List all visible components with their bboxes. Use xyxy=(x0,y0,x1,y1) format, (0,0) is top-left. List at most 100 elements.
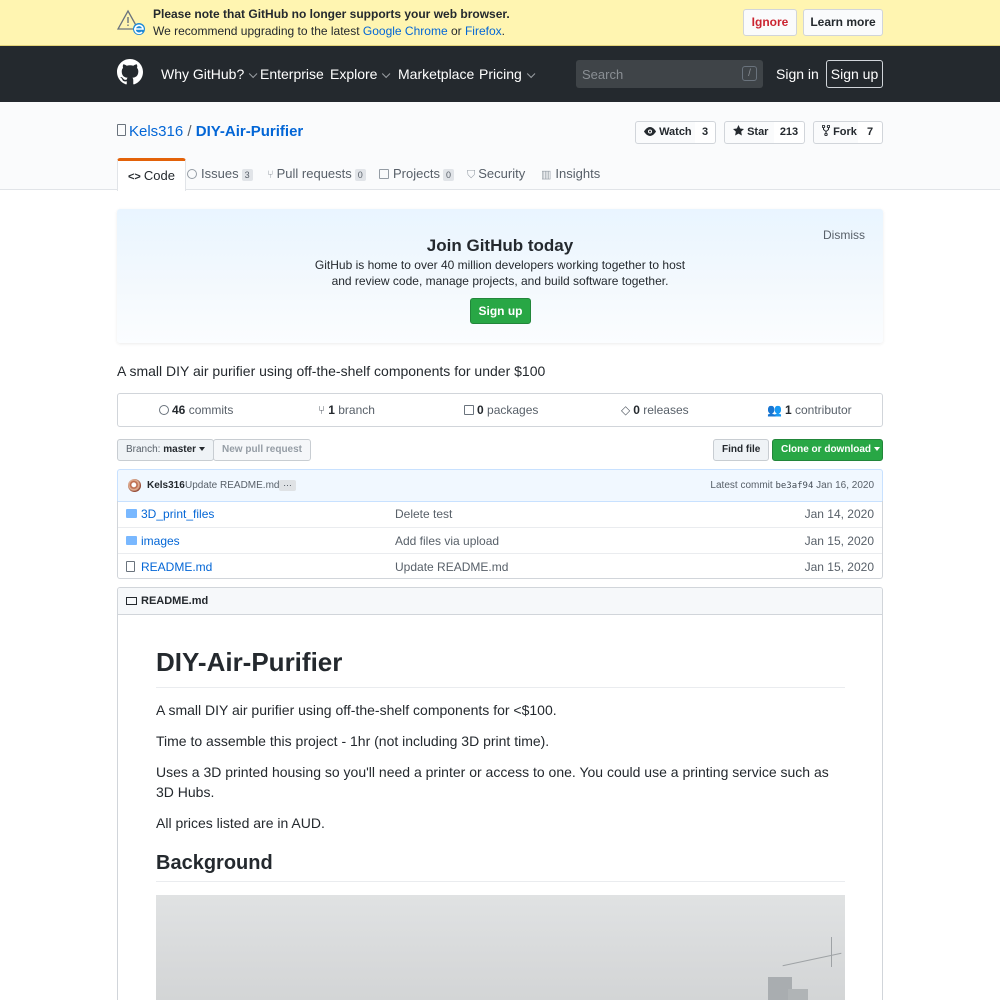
sign-up-button[interactable]: Sign up xyxy=(826,60,883,88)
repo-header: Kels316 / DIY-Air-Purifier Watch 3 Star … xyxy=(0,102,1000,191)
eye-icon xyxy=(644,127,656,136)
join-sign-up-button[interactable]: Sign up xyxy=(470,298,531,324)
package-icon xyxy=(464,405,474,415)
tab-pull-requests[interactable]: ⑂ Pull requests 0 xyxy=(267,158,366,190)
people-icon: 👥 xyxy=(767,403,782,417)
fork-button[interactable]: Fork xyxy=(813,121,859,144)
warning-text: We recommend upgrading to the latest Goo… xyxy=(153,24,505,38)
file-commit-message[interactable]: Delete test xyxy=(395,507,452,521)
caret-down-icon xyxy=(874,447,880,451)
releases-link[interactable]: ◇ 0 releases xyxy=(621,403,689,417)
commit-expand-button[interactable]: … xyxy=(279,479,296,491)
readme-section-heading: Background xyxy=(156,852,845,882)
chrome-link[interactable]: Google Chrome xyxy=(363,24,448,38)
nav-marketplace[interactable]: Marketplace xyxy=(398,66,474,82)
repo-name-link[interactable]: DIY-Air-Purifier xyxy=(196,123,304,140)
site-header: Why GitHub? Enterprise Explore Marketpla… xyxy=(0,46,1000,102)
find-file-button[interactable]: Find file xyxy=(713,439,770,461)
file-name-link[interactable]: 3D_print_files xyxy=(141,507,214,521)
tab-insights[interactable]: ▥ Insights xyxy=(541,158,600,190)
chevron-down-icon xyxy=(382,69,391,79)
graph-icon: ▥ xyxy=(541,169,552,181)
star-icon xyxy=(733,125,744,136)
readme-content: DIY-Air-Purifier A small DIY air purifie… xyxy=(156,615,845,1000)
nav-explore[interactable]: Explore xyxy=(330,66,391,82)
projects-count: 0 xyxy=(442,169,454,181)
contributors-link[interactable]: 👥 1 contributor xyxy=(767,403,852,417)
github-logo-icon[interactable] xyxy=(117,59,143,85)
tab-code[interactable]: <> Code xyxy=(117,158,186,191)
file-date: Jan 14, 2020 xyxy=(804,507,874,521)
pull-request-icon: ⑂ xyxy=(267,169,274,181)
code-icon: <> xyxy=(128,171,141,183)
commit-sha[interactable]: be3af94 xyxy=(775,481,813,491)
file-commit-message[interactable]: Add files via upload xyxy=(395,534,499,548)
file-commit-message[interactable]: Update README.md xyxy=(395,560,508,574)
star-button[interactable]: Star xyxy=(724,121,775,144)
nav-enterprise[interactable]: Enterprise xyxy=(260,66,324,82)
issue-icon xyxy=(187,169,197,179)
history-icon xyxy=(159,405,169,415)
tab-projects[interactable]: Projects 0 xyxy=(379,158,454,190)
branches-link[interactable]: ⑂ 1 branch xyxy=(318,403,375,417)
fork-count[interactable]: 7 xyxy=(858,121,883,144)
tab-issues[interactable]: Issues 3 xyxy=(187,158,253,190)
pull-requests-count: 0 xyxy=(354,169,366,181)
dismiss-button[interactable]: Dismiss xyxy=(823,228,865,242)
nav-why-github[interactable]: Why GitHub? xyxy=(161,66,258,82)
caret-down-icon xyxy=(199,447,206,451)
chevron-down-icon xyxy=(526,69,536,79)
folder-icon xyxy=(126,536,137,545)
branch-select-button[interactable]: Branch: master xyxy=(117,439,215,461)
repo-owner-link[interactable]: Kels316 xyxy=(129,123,183,140)
file-date: Jan 15, 2020 xyxy=(804,560,874,574)
numbers-summary: 46 commits ⑂ 1 branch 0 packages ◇ 0 relea… xyxy=(117,393,883,427)
browser-warning-banner: Please note that GitHub no longer suppor… xyxy=(0,0,1000,46)
warning-title: Please note that GitHub no longer suppor… xyxy=(153,7,510,21)
project-icon xyxy=(379,169,389,179)
sign-in-link[interactable]: Sign in xyxy=(776,66,819,82)
latest-commit-info: Latest commit be3af94 Jan 16, 2020 xyxy=(710,480,874,491)
issues-count: 3 xyxy=(241,169,253,181)
join-github-banner: Join GitHub today GitHub is home to over… xyxy=(117,209,883,343)
repo-description: A small DIY air purifier using off-the-s… xyxy=(117,363,546,379)
nav-pricing[interactable]: Pricing xyxy=(479,66,536,82)
commits-link[interactable]: 46 commits xyxy=(159,403,233,417)
packages-link[interactable]: 0 packages xyxy=(464,403,538,417)
tab-security[interactable]: ⛉ Security xyxy=(467,158,525,190)
file-icon xyxy=(126,561,135,572)
chevron-down-icon xyxy=(249,69,258,79)
search-placeholder: Search xyxy=(582,67,624,82)
tag-icon: ◇ xyxy=(621,403,631,417)
branch-icon: ⑂ xyxy=(318,403,326,417)
join-title: Join GitHub today xyxy=(426,236,574,255)
ignore-button[interactable]: Ignore xyxy=(743,9,797,36)
file-row: README.md Update README.md Jan 15, 2020 xyxy=(118,553,882,579)
learn-more-button[interactable]: Learn more xyxy=(803,9,883,36)
warning-browser-icon xyxy=(117,9,145,35)
clone-download-button[interactable]: Clone or download xyxy=(772,439,883,461)
file-name-link[interactable]: images xyxy=(141,534,180,548)
search-input[interactable]: Search / xyxy=(576,60,763,88)
file-name-link[interactable]: README.md xyxy=(141,560,212,574)
commit-author[interactable]: Kels316 xyxy=(147,480,185,491)
watch-count[interactable]: 3 xyxy=(695,121,716,144)
new-pull-request-button[interactable]: New pull request xyxy=(213,439,312,461)
background-image xyxy=(156,895,845,1000)
slash-key-icon: / xyxy=(742,66,757,81)
readme-paragraph: All prices listed are in AUD. xyxy=(156,815,325,831)
avatar[interactable] xyxy=(128,479,141,492)
readme-header: README.md xyxy=(118,588,882,615)
join-text: GitHub is home to over 40 million develo… xyxy=(314,258,686,288)
commit-message[interactable]: Update README.md xyxy=(185,480,279,491)
firefox-link[interactable]: Firefox xyxy=(465,24,502,38)
watch-button[interactable]: Watch xyxy=(635,121,696,144)
folder-icon xyxy=(126,509,137,518)
repo-icon xyxy=(117,124,126,136)
star-count[interactable]: 213 xyxy=(774,121,805,144)
file-row: images Add files via upload Jan 15, 2020 xyxy=(118,527,882,553)
readme-paragraph: Uses a 3D printed housing so you'll need… xyxy=(156,764,829,800)
readme-paragraph: Time to assemble this project - 1hr (not… xyxy=(156,733,550,749)
book-icon xyxy=(126,597,137,605)
shield-icon: ⛉ xyxy=(467,169,476,181)
